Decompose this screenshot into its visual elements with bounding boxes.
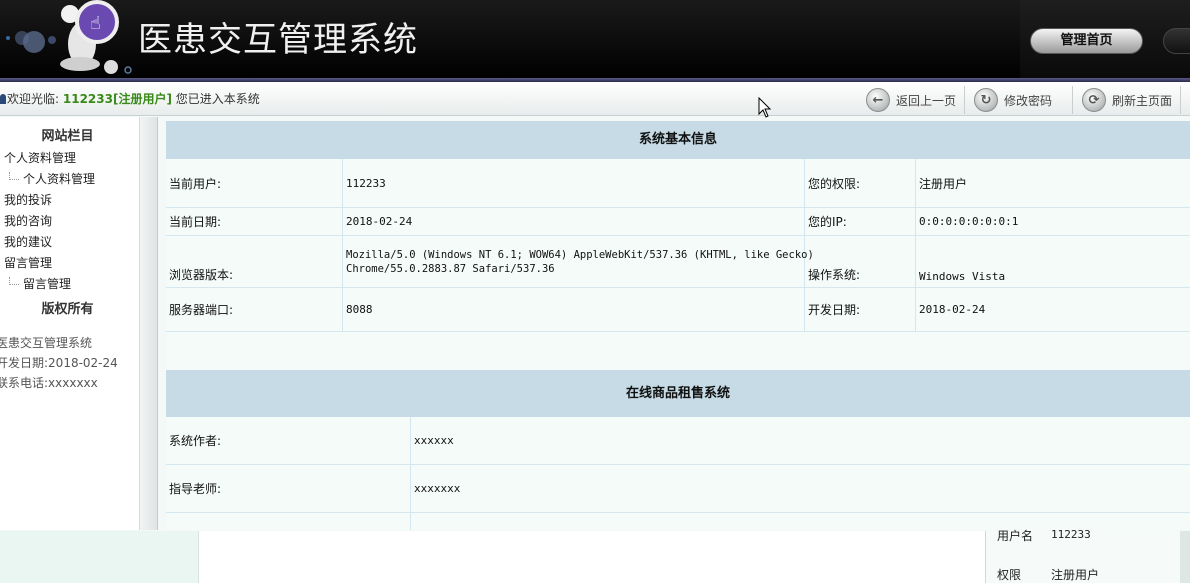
info-value: 8088: [343, 288, 805, 331]
table-row: 当前日期: 2018-02-24 您的IP: 0:0:0:0:0:0:0:1: [166, 208, 1190, 236]
about-label: 系统作者:: [166, 417, 411, 464]
username-label: 用户名: [997, 529, 1034, 543]
app-logo: ☝: [0, 0, 135, 80]
browser-line-1: Mozilla/5.0 (Windows NT 6.1; WOW64) Appl…: [346, 248, 814, 261]
sidebar-item-suggestions[interactable]: 我的建议: [4, 233, 52, 250]
sidebar-heading: 网站栏目: [41, 129, 94, 144]
sidebar-item-consultations[interactable]: 我的咨询: [4, 212, 52, 229]
sidebar-splitter[interactable]: [140, 117, 158, 530]
refresh-label: 刷新主页面: [1112, 93, 1173, 108]
info-value: Windows Vista: [919, 270, 1006, 283]
info-value-browser: Mozilla/5.0 (Windows NT 6.1; WOW64) Appl…: [343, 236, 814, 287]
about-label: [166, 513, 411, 530]
table-row: 浏览器版本: Mozilla/5.0 (Windows NT 6.1; WOW6…: [166, 236, 1190, 288]
toolbar-divider: [1180, 86, 1181, 114]
sidebar-dev-date: 开发日期:2018-02-24: [0, 356, 118, 370]
browser-line-2: Chrome/55.0.2883.87 Safari/537.36: [346, 262, 555, 275]
toolbar-divider: [1072, 86, 1073, 114]
info-value: 注册用户: [919, 176, 968, 191]
welcome-suffix: 您已进入本系统: [175, 92, 260, 106]
system-info-heading: 系统基本信息: [166, 121, 1190, 159]
table-row: 服务器端口: 8088 开发日期: 2018-02-24: [166, 288, 1190, 332]
info-label: 服务器端口:: [166, 288, 343, 331]
info-label: 您的IP:: [805, 208, 916, 235]
refresh-button[interactable]: ⟳ 刷新主页面: [1082, 87, 1172, 113]
info-label: 开发日期:: [805, 288, 916, 331]
admin-home-button[interactable]: 管理首页: [1030, 28, 1143, 54]
table-row: 系统作者: xxxxxx: [166, 417, 1190, 465]
scrollbar-edge[interactable]: [1180, 531, 1190, 583]
role-label: 权限: [997, 568, 1022, 582]
info-value: 2018-02-24: [919, 303, 986, 316]
info-value: 0:0:0:0:0:0:0:1: [919, 215, 1019, 228]
sidebar-item-profile-group[interactable]: 个人资料管理: [4, 149, 76, 166]
info-label: 操作系统:: [805, 236, 916, 287]
table-row: 当前用户: 112233 您的权限: 注册用户: [166, 159, 1190, 208]
toolbar-divider: [964, 86, 965, 114]
sidebar-item-complaints[interactable]: 我的投诉: [4, 191, 52, 208]
welcome-message: 欢迎光临: 112233[注册用户] 您已进入本系统: [0, 90, 260, 107]
logo-graphic: ☝: [6, 0, 132, 74]
sidebar-item-messages-group[interactable]: 留言管理: [4, 254, 52, 271]
info-value: 112233: [343, 159, 805, 207]
sidebar: 网站栏目 个人资料管理 个人资料管理 我的投诉 我的咨询 我的建议 留言管理 留…: [0, 117, 140, 530]
username-value: 112233: [1051, 528, 1091, 541]
table-row: 指导老师: xxxxxxx: [166, 465, 1190, 513]
tree-connector: [9, 277, 19, 285]
sidebar-item-messages-label: 留言管理: [23, 277, 72, 291]
sidebar-item-profile-label: 个人资料管理: [23, 172, 96, 186]
info-label: 您的权限:: [805, 159, 916, 207]
app-title: 医患交互管理系统: [138, 20, 418, 60]
about-value: xxxxxx: [414, 434, 454, 447]
about-label: 指导老师:: [166, 465, 411, 512]
info-label: 浏览器版本:: [166, 236, 343, 287]
role-value: 注册用户: [1051, 568, 1100, 582]
info-label: 当前日期:: [166, 208, 343, 235]
sidebar-item-messages[interactable]: 留言管理: [9, 275, 71, 292]
header-nav-button-2[interactable]: [1163, 28, 1190, 54]
back-button[interactable]: ← 返回上一页: [866, 87, 956, 113]
svg-text:☝: ☝: [90, 13, 101, 34]
password-icon: ↻: [974, 88, 998, 112]
welcome-username: 112233[注册用户]: [62, 92, 172, 106]
about-heading: 在线商品租售系统: [166, 370, 1190, 417]
sidebar-system-name: 医患交互管理系统: [0, 336, 93, 350]
bottom-left-area: [0, 531, 198, 583]
tree-connector: [9, 172, 19, 180]
mouse-cursor-icon: [758, 97, 772, 118]
info-value: 2018-02-24: [343, 208, 805, 235]
about-value: xxxxxxx: [414, 482, 461, 495]
change-password-button[interactable]: ↻ 修改密码: [974, 87, 1052, 113]
back-label: 返回上一页: [896, 93, 957, 108]
user-icon: [0, 94, 6, 104]
table-row: [166, 513, 1190, 530]
change-password-label: 修改密码: [1004, 93, 1053, 108]
back-arrow-icon: ←: [866, 88, 890, 112]
bottom-middle-area: [198, 531, 985, 583]
copyright-heading: 版权所有: [41, 302, 94, 317]
info-label: 当前用户:: [166, 159, 343, 207]
refresh-icon: ⟳: [1082, 88, 1106, 112]
sidebar-phone: 联系电话:xxxxxxx: [0, 376, 98, 390]
welcome-prefix: 欢迎光临:: [7, 92, 60, 106]
sidebar-item-profile[interactable]: 个人资料管理: [9, 170, 95, 187]
